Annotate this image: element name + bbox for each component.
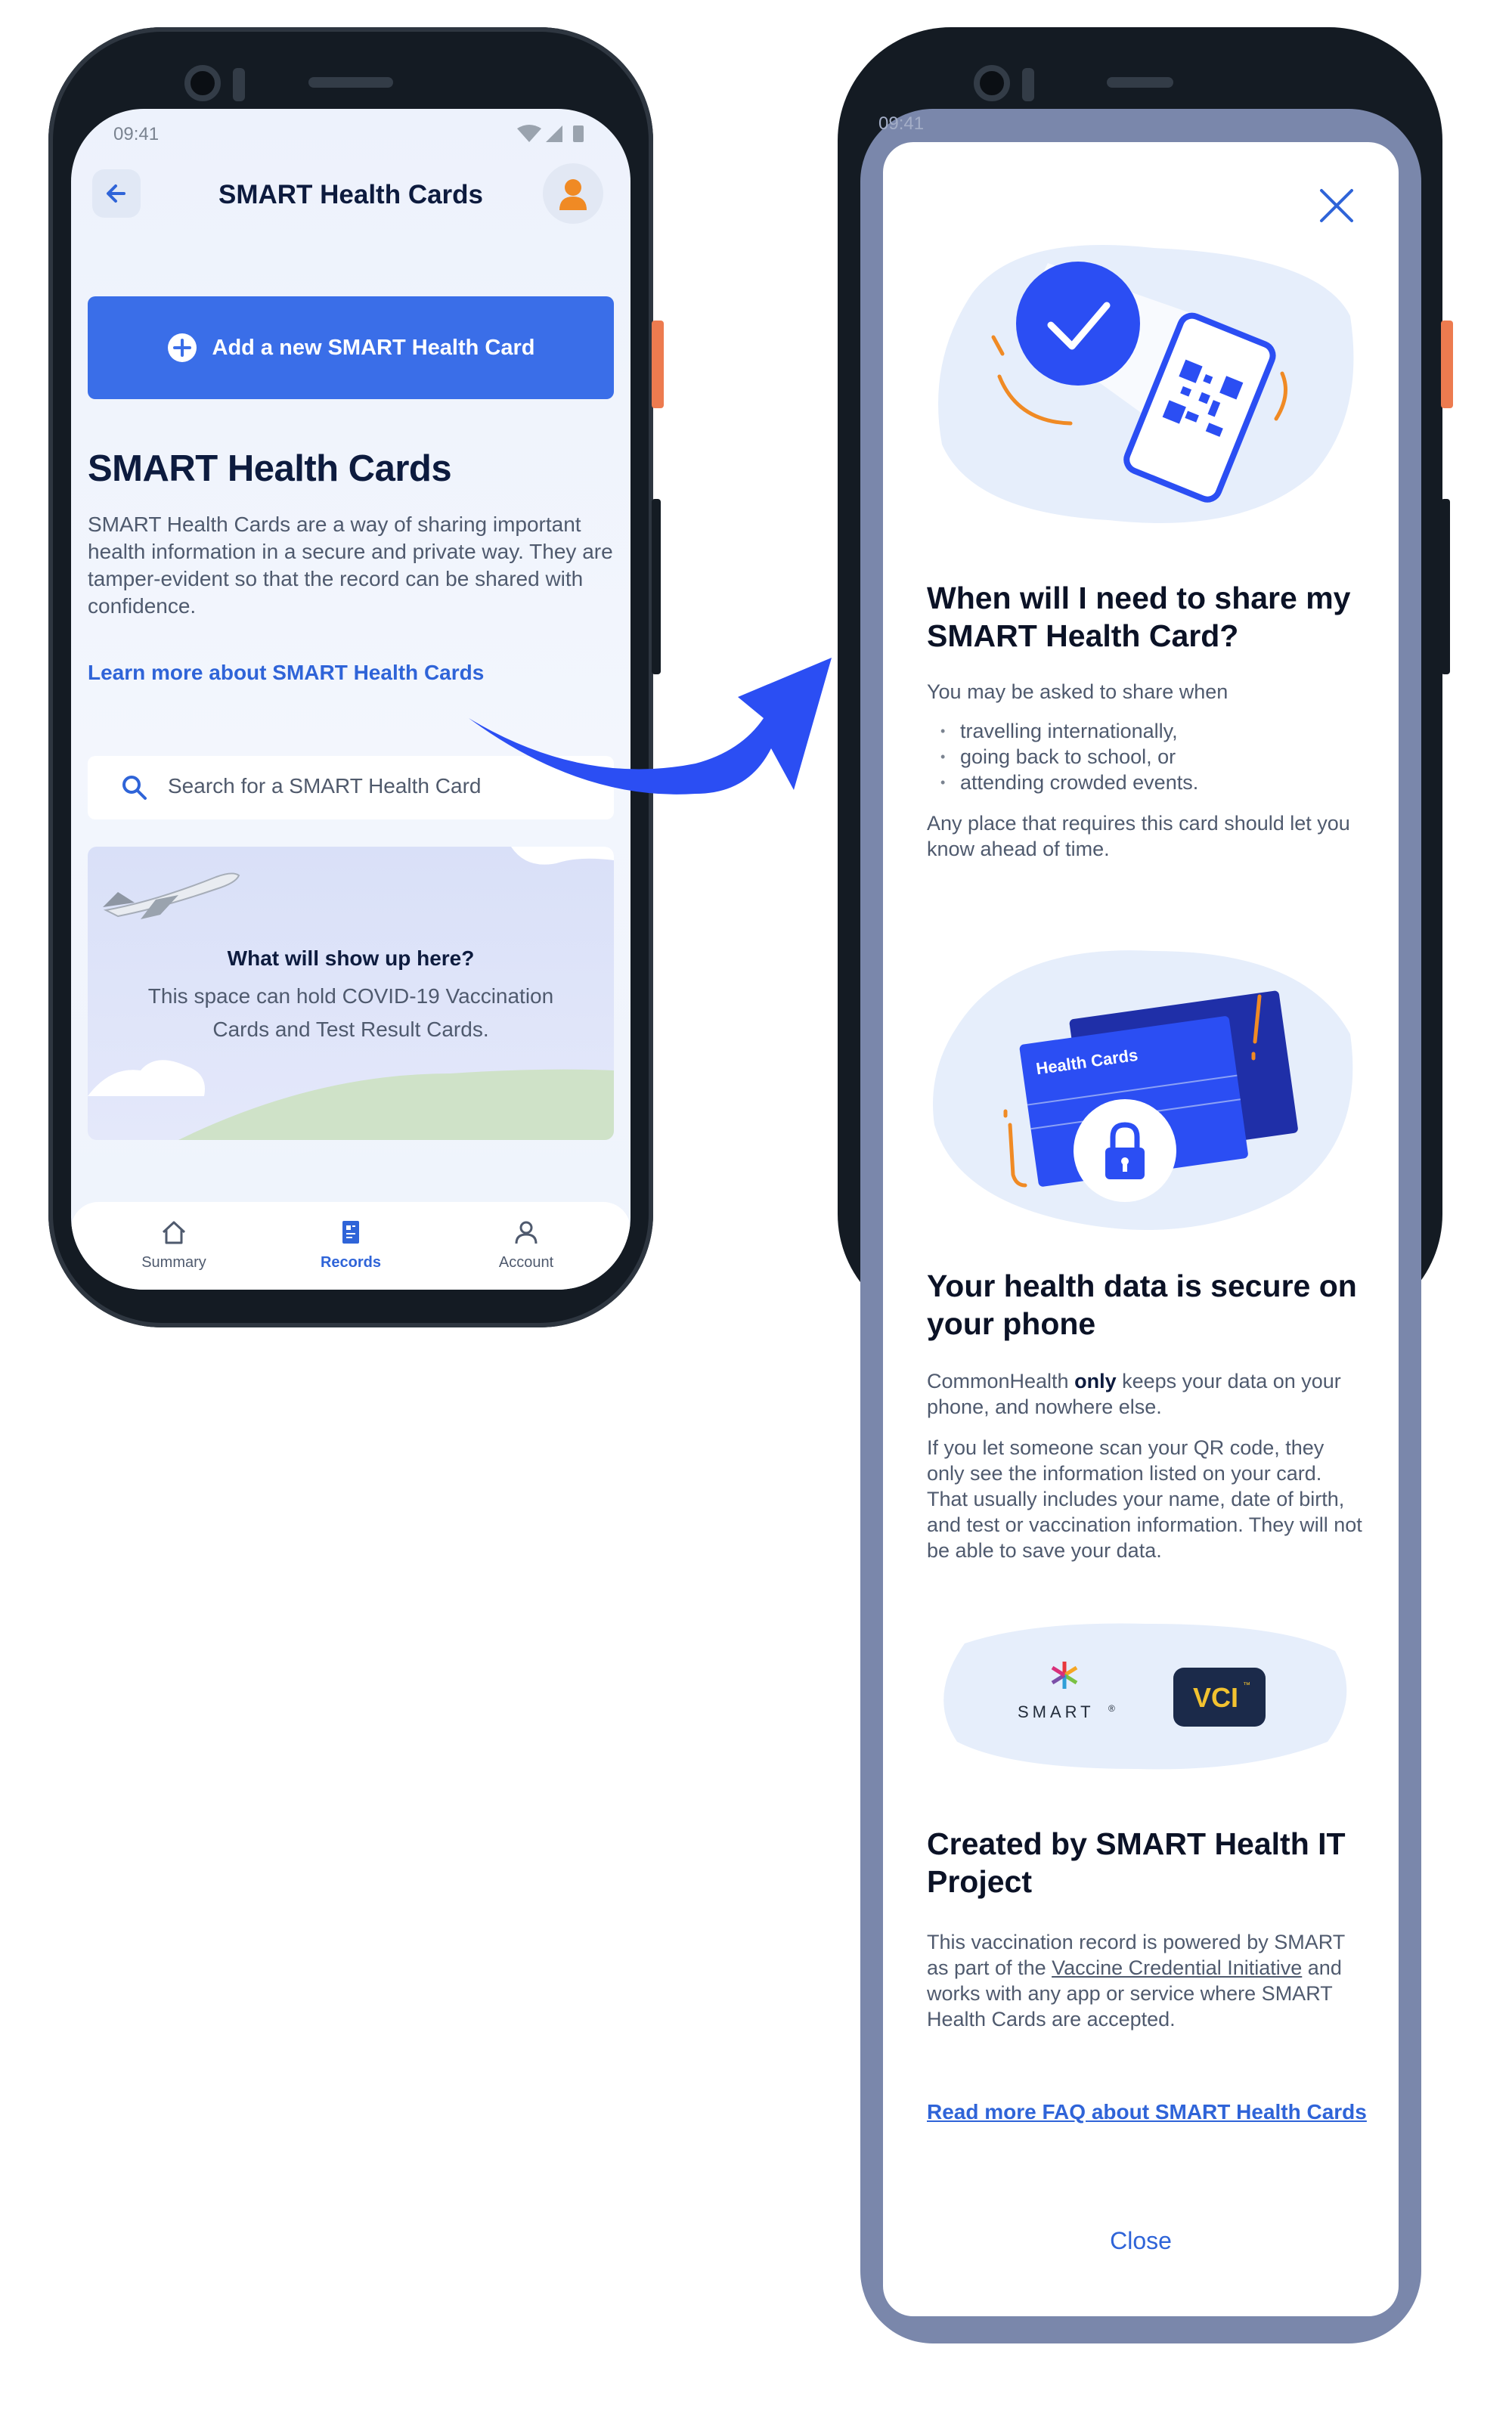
signal-icon [546,125,562,142]
empty-state-card: What will show up here? This space can h… [88,847,614,1140]
section-title: SMART Health Cards [88,448,452,489]
speaker-grille [1107,77,1173,88]
section1-title: When will I need to share my SMART Healt… [927,581,1351,653]
list-item: travelling internationally, [927,718,1365,744]
faq-link[interactable]: Read more FAQ about SMART Health Cards [927,2100,1367,2124]
vci-logo: VCI ™ [1173,1668,1266,1727]
empty-state-title: What will show up here? [227,946,475,970]
checkmark-circle-icon [1016,262,1140,386]
nav-records-label: Records [320,1254,382,1271]
empty-state-description: This space can hold COVID-19 Vaccination… [147,984,554,1041]
section2-title: Your health data is secure on your phone [927,1269,1357,1341]
add-smart-health-card-button[interactable]: Add a new SMART Health Card [88,296,614,399]
svg-text:™: ™ [1243,1681,1250,1690]
nav-records[interactable]: Records [290,1217,411,1272]
user-avatar-icon [559,179,587,210]
section2-paragraph2: If you let someone scan your QR code, th… [927,1436,1362,1562]
section3-title: Created by SMART Health IT Project [927,1826,1346,1899]
transition-arrow-icon [469,658,832,795]
avatar[interactable] [543,163,603,224]
section3-paragraph: This vaccination record is powered by SM… [927,1931,1345,2031]
close-icon[interactable] [1315,184,1358,227]
nav-summary[interactable]: Summary [113,1217,234,1272]
status-icons [516,124,588,147]
nav-summary-label: Summary [141,1254,206,1271]
status-time: 09:41 [878,113,925,134]
add-button-label: Add a new SMART Health Card [212,335,535,360]
close-button[interactable]: Close [883,2227,1399,2255]
learn-more-link[interactable]: Learn more about SMART Health Cards [88,661,484,685]
nav-account[interactable]: Account [466,1217,587,1272]
power-button [652,321,664,408]
bottom-navigation: Summary Records Account [71,1202,631,1290]
speaker-grille [308,77,393,88]
section1-intro: You may be asked to share when [927,680,1228,703]
power-button [1441,321,1453,408]
volume-button [1441,499,1450,674]
account-icon [515,1221,538,1244]
plus-circle-icon [167,333,197,362]
airplane-icon [103,872,240,919]
section1-bullet-list: travelling internationally, going back t… [927,718,1365,795]
qr-scan-illustration [938,245,1354,523]
records-icon [342,1221,359,1244]
section1-outro: Any place that requires this card should… [927,812,1350,860]
list-item: going back to school, or [927,744,1365,770]
section2-paragraph1: CommonHealth only keeps your data on you… [927,1370,1341,1418]
list-item: attending crowded events. [927,770,1365,795]
search-placeholder: Search for a SMART Health Card [168,774,482,798]
svg-text:®: ® [1108,1703,1115,1714]
partner-logos: SMART ® VCI ™ [943,1623,1347,1770]
search-icon [122,776,147,800]
svg-text:VCI: VCI [1193,1682,1238,1713]
svg-text:SMART: SMART [1018,1702,1095,1721]
section-description: SMART Health Cards are a way of sharing … [88,513,613,618]
camera-icon [974,65,1010,101]
battery-icon [573,125,584,142]
nav-account-label: Account [498,1254,554,1271]
vci-link[interactable]: Vaccine Credential Initiative [1052,1956,1302,1979]
faq-bottom-sheet: When will I need to share my SMART Healt… [883,142,1399,2316]
sensor [233,68,245,101]
camera-icon [184,65,221,101]
status-time: 09:41 [113,124,160,144]
sensor [1022,68,1034,101]
health-cards-illustration: Health Cards [933,950,1353,1230]
home-icon [162,1221,186,1244]
wifi-icon [517,125,541,142]
